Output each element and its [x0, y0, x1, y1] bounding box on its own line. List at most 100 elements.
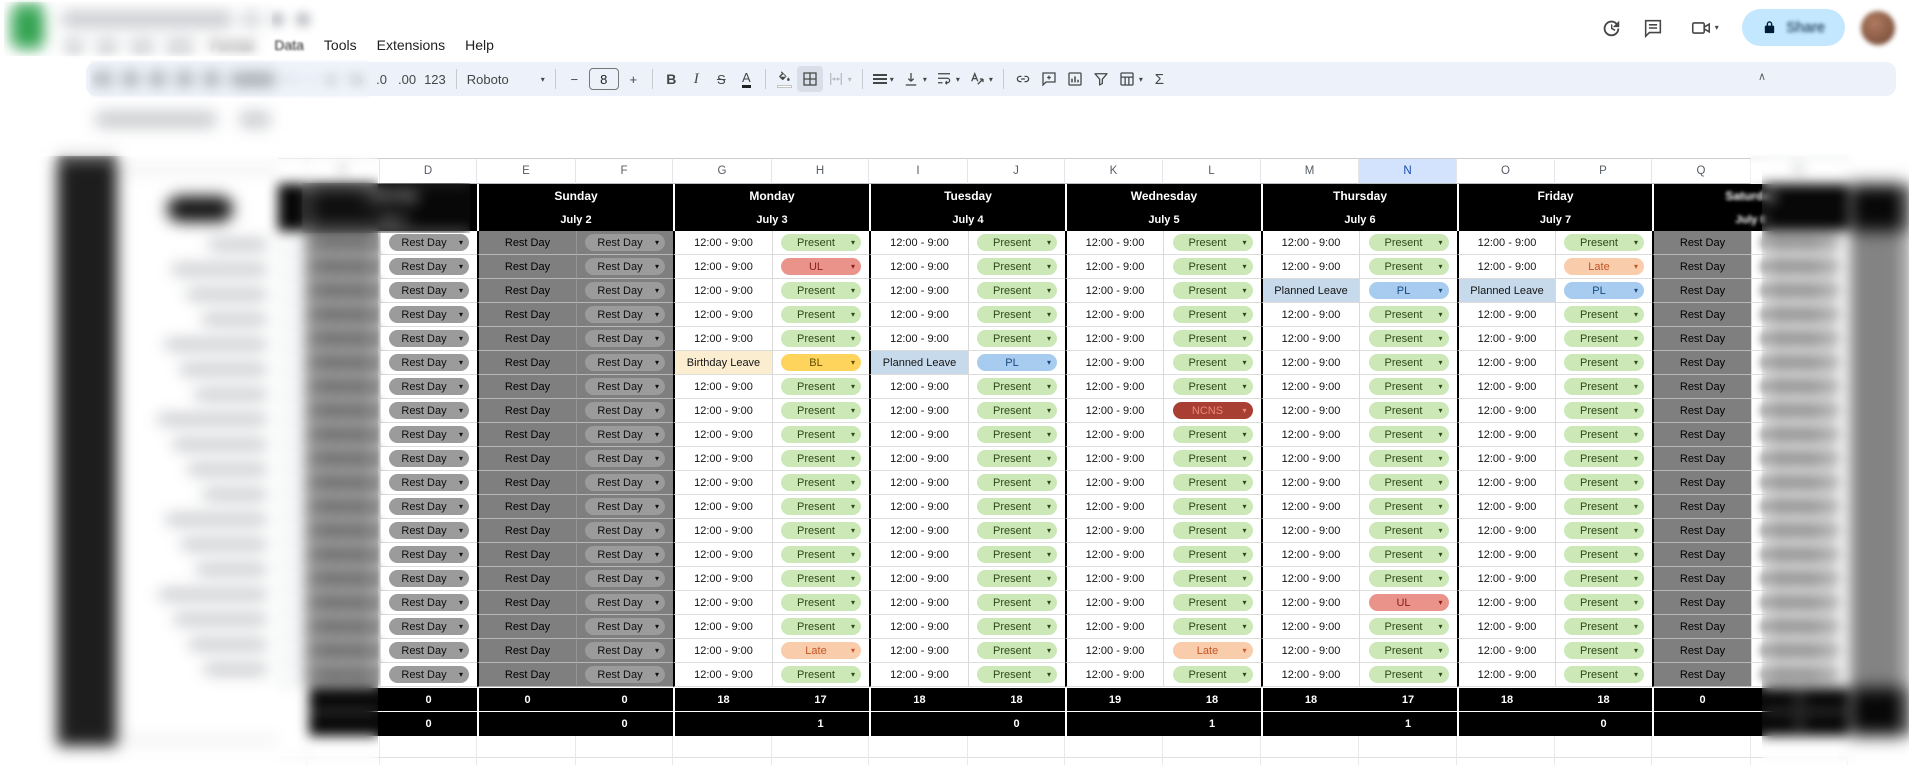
status-cell[interactable]: Present ▾	[1555, 615, 1652, 639]
shift-time-cell[interactable]: 12:00 - 9:00	[1065, 399, 1163, 423]
shift-time-cell[interactable]: 12:00 - 9:00	[673, 639, 772, 663]
rest-day-cell[interactable]: Rest Day	[1652, 255, 1751, 279]
status-dropdown[interactable]: UL ▾	[1368, 594, 1449, 611]
rest-day-cell[interactable]: Rest Day ▾	[380, 567, 477, 591]
rest-day-cell[interactable]: Rest Day	[477, 615, 576, 639]
empty-cell[interactable]	[1261, 758, 1359, 765]
currency-format-button[interactable]: £	[319, 66, 344, 92]
status-dropdown[interactable]: Present ▾	[1564, 354, 1644, 371]
status-dropdown[interactable]: Present ▾	[977, 378, 1057, 395]
status-dropdown[interactable]: Present ▾	[1368, 474, 1449, 491]
status-cell[interactable]: Present ▾	[1555, 351, 1652, 375]
status-cell[interactable]: UL ▾	[1359, 591, 1457, 615]
rest-day-cell[interactable]: Rest Day	[307, 327, 380, 351]
status-cell[interactable]: Present ▾	[1359, 663, 1457, 687]
rest-day-cell[interactable]: Rest Day ▾	[576, 543, 673, 567]
menu-edit-blurred[interactable]	[96, 39, 118, 51]
font-family-select[interactable]: Roboto ▾	[463, 66, 549, 92]
shift-time-cell[interactable]: 12:00 - 9:00	[1457, 231, 1555, 255]
summary-cell[interactable]: 0	[576, 712, 673, 736]
rest-day-cell[interactable]: Rest Day ▾	[576, 231, 673, 255]
status-dropdown[interactable]: Present ▾	[977, 570, 1057, 587]
status-dropdown[interactable]: Present ▾	[1172, 666, 1253, 683]
date-header-cell[interactable]: July 4	[869, 208, 1065, 231]
status-cell[interactable]: Present ▾	[1359, 303, 1457, 327]
status-dropdown[interactable]: Present ▾	[977, 546, 1057, 563]
rest-day-cell[interactable]: Rest Day ▾	[380, 279, 477, 303]
rest-day-dropdown[interactable]: Rest Day ▾	[1760, 594, 1840, 611]
status-dropdown[interactable]: Present ▾	[781, 618, 861, 635]
status-cell[interactable]: Present ▾	[968, 447, 1065, 471]
rest-day-cell[interactable]: Rest Day ▾	[576, 471, 673, 495]
rest-day-cell[interactable]: Rest Day	[477, 279, 576, 303]
leave-cell[interactable]: Planned Leave	[869, 351, 968, 375]
status-cell[interactable]: Present ▾	[1359, 327, 1457, 351]
shift-time-cell[interactable]: 12:00 - 9:00	[1065, 255, 1163, 279]
paint-format-icon[interactable]	[204, 72, 219, 86]
status-cell[interactable]: BL ▾	[772, 351, 869, 375]
status-dropdown[interactable]: Present ▾	[1564, 450, 1644, 467]
status-dropdown[interactable]: Present ▾	[1172, 330, 1253, 347]
status-cell[interactable]: Present ▾	[968, 399, 1065, 423]
text-wrap-button[interactable]: ▾	[931, 66, 964, 92]
row-header[interactable]	[278, 663, 307, 687]
empty-cell[interactable]	[1065, 758, 1163, 765]
bold-button[interactable]: B	[659, 66, 684, 92]
rest-day-cell[interactable]: Rest Day	[307, 471, 380, 495]
rest-day-cell[interactable]: Rest Day	[477, 375, 576, 399]
rest-day-cell[interactable]: Rest Day	[307, 423, 380, 447]
status-cell[interactable]: Present ▾	[968, 615, 1065, 639]
day-header-cell[interactable]: Thursday	[1261, 184, 1457, 208]
rest-day-cell[interactable]: Rest Day ▾	[1751, 519, 1848, 543]
merge-cells-button[interactable]: ▾	[823, 66, 856, 92]
shift-time-cell[interactable]: 12:00 - 9:00	[869, 639, 968, 663]
status-cell[interactable]: Present ▾	[1163, 423, 1261, 447]
shift-time-cell[interactable]: 12:00 - 9:00	[869, 471, 968, 495]
rest-day-cell[interactable]: Rest Day ▾	[1751, 399, 1848, 423]
rest-day-dropdown[interactable]: Rest Day ▾	[585, 306, 665, 323]
column-header-P[interactable]: P	[1555, 158, 1652, 184]
status-cell[interactable]: Present ▾	[1163, 519, 1261, 543]
shift-time-cell[interactable]: 12:00 - 9:00	[1065, 327, 1163, 351]
shift-time-cell[interactable]: 12:00 - 9:00	[1457, 495, 1555, 519]
rest-day-cell[interactable]: Rest Day	[1652, 615, 1751, 639]
status-cell[interactable]: Present ▾	[1163, 255, 1261, 279]
summary-cell[interactable]	[1261, 712, 1359, 736]
shift-time-cell[interactable]: 12:00 - 9:00	[1457, 471, 1555, 495]
rest-day-cell[interactable]: Rest Day ▾	[1751, 303, 1848, 327]
shift-time-cell[interactable]: 12:00 - 9:00	[1065, 591, 1163, 615]
avatar[interactable]	[1861, 10, 1895, 45]
status-dropdown[interactable]: UL ▾	[781, 258, 861, 275]
empty-cell[interactable]	[869, 758, 968, 765]
rest-day-dropdown[interactable]: Rest Day ▾	[585, 522, 665, 539]
rest-day-dropdown[interactable]: Rest Day ▾	[1760, 570, 1840, 587]
status-dropdown[interactable]: Present ▾	[1564, 498, 1644, 515]
shift-time-cell[interactable]: 12:00 - 9:00	[869, 399, 968, 423]
status-dropdown[interactable]: Present ▾	[977, 498, 1057, 515]
status-cell[interactable]: Present ▾	[772, 423, 869, 447]
status-dropdown[interactable]: Present ▾	[1368, 234, 1449, 251]
shift-time-cell[interactable]: 12:00 - 9:00	[1065, 471, 1163, 495]
shift-time-cell[interactable]: 12:00 - 9:00	[1065, 303, 1163, 327]
more-formats-button[interactable]: 123	[420, 66, 450, 92]
status-cell[interactable]: PL ▾	[968, 351, 1065, 375]
rest-day-cell[interactable]: Rest Day ▾	[576, 519, 673, 543]
column-header-E[interactable]: E	[477, 158, 576, 184]
shift-time-cell[interactable]: 12:00 - 9:00	[1261, 399, 1359, 423]
shift-time-cell[interactable]: 12:00 - 9:00	[673, 399, 772, 423]
status-dropdown[interactable]: Present ▾	[781, 234, 861, 251]
rest-day-cell[interactable]: Rest Day	[477, 231, 576, 255]
row-header[interactable]	[278, 591, 307, 615]
insert-table-button[interactable]: ▾	[1114, 66, 1147, 92]
status-dropdown[interactable]: Present ▾	[781, 474, 861, 491]
rest-day-dropdown[interactable]: Rest Day ▾	[389, 426, 469, 443]
font-size-input[interactable]: 8	[588, 68, 619, 90]
row-header[interactable]	[278, 639, 307, 663]
status-dropdown[interactable]: Present ▾	[1172, 258, 1253, 275]
shift-time-cell[interactable]: 12:00 - 9:00	[1261, 639, 1359, 663]
status-dropdown[interactable]: Present ▾	[1564, 594, 1644, 611]
empty-cell[interactable]	[380, 758, 477, 765]
status-dropdown[interactable]: Present ▾	[977, 306, 1057, 323]
column-header-R[interactable]: R	[1751, 158, 1848, 184]
status-cell[interactable]: Present ▾	[772, 519, 869, 543]
